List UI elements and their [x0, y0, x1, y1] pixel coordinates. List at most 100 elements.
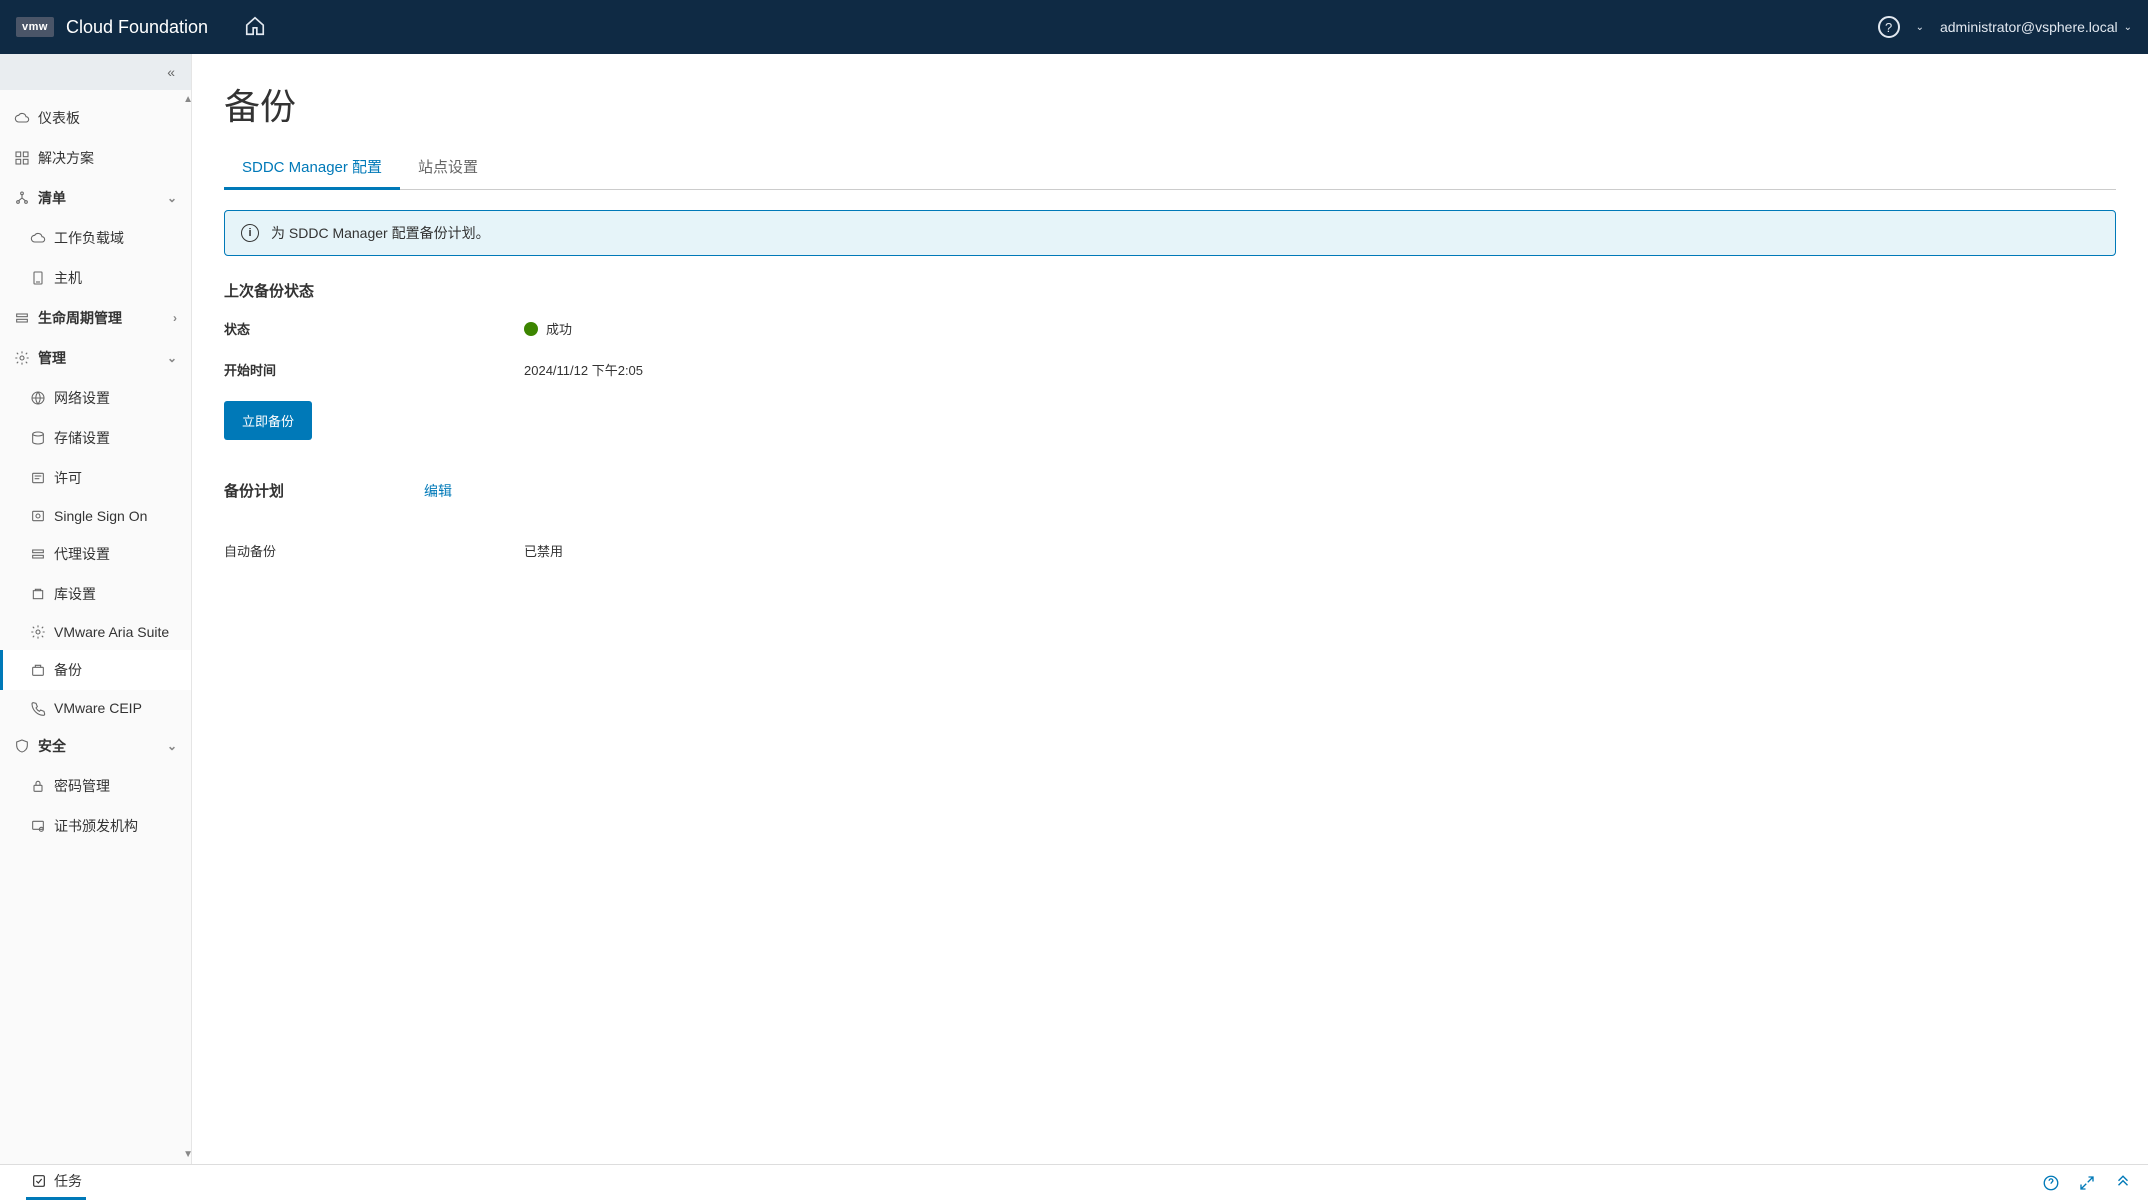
nav-label: VMware CEIP	[54, 700, 142, 716]
status-success-icon	[524, 322, 538, 336]
backup-now-button[interactable]: 立即备份	[224, 401, 312, 440]
nav-label: 密码管理	[54, 776, 110, 796]
nav-aria-suite[interactable]: VMware Aria Suite	[0, 614, 191, 650]
status-row: 状态 成功	[224, 319, 2116, 338]
header-right: ? ⌄ administrator@vsphere.local ⌄	[1878, 16, 2132, 38]
status-value-wrap: 成功	[524, 319, 572, 338]
shield-icon	[14, 738, 30, 754]
last-backup-heading: 上次备份状态	[224, 280, 2116, 301]
nav-label: 工作负载域	[54, 228, 124, 248]
backup-icon	[30, 662, 46, 678]
brand-name: Cloud Foundation	[66, 17, 208, 38]
footer: 任务	[0, 1164, 2148, 1200]
chevron-down-icon: ⌄	[167, 191, 177, 205]
chevron-down-icon: ⌄	[167, 739, 177, 753]
auto-backup-value: 已禁用	[524, 541, 563, 560]
app-header: vmw Cloud Foundation ? ⌄ administrator@v…	[0, 0, 2148, 54]
start-time-row: 开始时间 2024/11/12 下午2:05	[224, 360, 2116, 379]
nav-dashboard[interactable]: 仪表板	[0, 98, 191, 138]
header-left: vmw Cloud Foundation	[16, 15, 266, 40]
proxy-icon	[30, 546, 46, 562]
nav-workload-domain[interactable]: 工作负载域	[0, 218, 191, 258]
nav-label: 证书颁发机构	[54, 816, 138, 836]
logo: vmw	[16, 17, 54, 37]
nav-label: 仪表板	[38, 108, 80, 128]
banner-text: 为 SDDC Manager 配置备份计划。	[271, 223, 490, 243]
nav-backup[interactable]: 备份	[0, 650, 191, 690]
user-name: administrator@vsphere.local	[1940, 19, 2118, 35]
plan-heading: 备份计划	[224, 480, 284, 501]
page-title: 备份	[224, 78, 2116, 130]
gear-icon	[14, 350, 30, 366]
nav-security-group[interactable]: 安全 ⌄	[0, 726, 191, 766]
tasks-tab[interactable]: 任务	[26, 1165, 86, 1200]
nav-label: 解决方案	[38, 148, 94, 168]
network-icon	[30, 390, 46, 406]
certificate-icon	[30, 818, 46, 834]
nav-password-mgmt[interactable]: 密码管理	[0, 766, 191, 806]
storage-icon	[30, 430, 46, 446]
phone-icon	[30, 700, 46, 716]
nav-label: 生命周期管理	[38, 308, 122, 328]
user-menu[interactable]: administrator@vsphere.local ⌄	[1940, 19, 2132, 35]
footer-help-icon[interactable]	[2042, 1174, 2060, 1192]
nav-cert-authority[interactable]: 证书颁发机构	[0, 806, 191, 846]
status-label: 状态	[224, 319, 524, 338]
nav-storage-settings[interactable]: 存储设置	[0, 418, 191, 458]
nav-ceip[interactable]: VMware CEIP	[0, 690, 191, 726]
expand-icon[interactable]	[2078, 1174, 2096, 1192]
start-value: 2024/11/12 下午2:05	[524, 360, 643, 379]
edit-link[interactable]: 编辑	[424, 481, 452, 501]
chevron-right-icon: ›	[173, 311, 177, 325]
nav-depot-settings[interactable]: 库设置	[0, 574, 191, 614]
tasks-label: 任务	[54, 1171, 82, 1191]
nav-sso[interactable]: Single Sign On	[0, 498, 191, 534]
nav-label: 主机	[54, 268, 82, 288]
nav-admin-group[interactable]: 管理 ⌄	[0, 338, 191, 378]
nav-hosts[interactable]: 主机	[0, 258, 191, 298]
sso-icon	[30, 508, 46, 524]
nav-license[interactable]: 许可	[0, 458, 191, 498]
depot-icon	[30, 586, 46, 602]
nav-label: 代理设置	[54, 544, 110, 564]
sidebar-nav: 仪表板 解决方案 清单 ⌄ 工作负载域	[0, 90, 191, 1164]
lifecycle-icon	[14, 310, 30, 326]
tabs: SDDC Manager 配置 站点设置	[224, 146, 2116, 190]
footer-right	[2042, 1174, 2132, 1192]
inventory-icon	[14, 190, 30, 206]
tab-sddc-manager-config[interactable]: SDDC Manager 配置	[224, 146, 400, 190]
help-dropdown-icon[interactable]: ⌄	[1916, 22, 1924, 33]
cloud-icon	[30, 230, 46, 246]
auto-backup-label: 自动备份	[224, 541, 524, 560]
nav-network-settings[interactable]: 网络设置	[0, 378, 191, 418]
nav-inventory-group[interactable]: 清单 ⌄	[0, 178, 191, 218]
sidebar-collapse-button[interactable]: «	[0, 54, 191, 90]
status-value: 成功	[546, 319, 572, 338]
start-label: 开始时间	[224, 360, 524, 379]
body: « ▲ 仪表板 解决方案 清单 ⌄	[0, 54, 2148, 1164]
collapse-up-icon[interactable]	[2114, 1174, 2132, 1192]
nav-label: 管理	[38, 348, 66, 368]
nav-label: 安全	[38, 736, 66, 756]
auto-backup-row: 自动备份 已禁用	[224, 541, 2116, 560]
chevron-down-icon: ⌄	[2124, 22, 2132, 33]
grid-icon	[14, 150, 30, 166]
nav-lifecycle-group[interactable]: 生命周期管理 ›	[0, 298, 191, 338]
home-icon[interactable]	[244, 15, 266, 40]
nav-label: 网络设置	[54, 388, 110, 408]
nav-solutions[interactable]: 解决方案	[0, 138, 191, 178]
nav-label: 许可	[54, 468, 82, 488]
help-icon[interactable]: ?	[1878, 16, 1900, 38]
nav-label: 库设置	[54, 584, 96, 604]
nav-label: Single Sign On	[54, 508, 147, 524]
nav-label: 存储设置	[54, 428, 110, 448]
cloud-icon	[14, 110, 30, 126]
lock-icon	[30, 778, 46, 794]
nav-label: VMware Aria Suite	[54, 624, 169, 640]
host-icon	[30, 270, 46, 286]
nav-proxy-settings[interactable]: 代理设置	[0, 534, 191, 574]
main-content: 备份 SDDC Manager 配置 站点设置 i 为 SDDC Manager…	[192, 54, 2148, 1164]
sidebar: « ▲ 仪表板 解决方案 清单 ⌄	[0, 54, 192, 1164]
tab-site-settings[interactable]: 站点设置	[400, 146, 496, 189]
info-icon: i	[241, 224, 259, 242]
